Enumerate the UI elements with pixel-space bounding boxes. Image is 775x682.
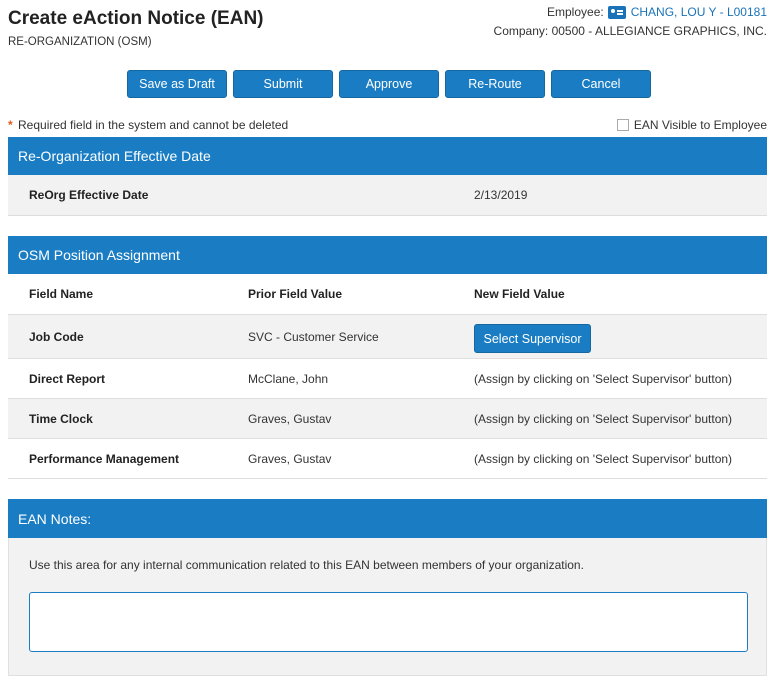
approve-button[interactable]: Approve [339,70,439,98]
row-prior-value: SVC - Customer Service [248,329,379,344]
row-new-value: (Assign by clicking on 'Select Superviso… [474,371,733,386]
row-field-name: Direct Report [29,371,106,386]
row-prior-value: McClane, John [248,371,329,386]
osm-table-header: Field Name Prior Field Value New Field V… [8,274,767,315]
col-field-name: Field Name [29,287,94,301]
notes-section-header: EAN Notes: [8,499,767,538]
row-prior-value: Graves, Gustav [248,411,332,426]
ean-visible-toggle[interactable]: EAN Visible to Employee [616,118,767,132]
required-star: * [8,118,13,132]
row-field-name: Time Clock [29,411,93,426]
notes-textarea[interactable] [29,592,748,652]
ean-visible-checkbox[interactable] [616,119,629,131]
table-row: Performance Management Graves, Gustav (A… [8,439,767,479]
osm-section-header: OSM Position Assignment [8,236,767,274]
required-note: * Required field in the system and canno… [8,118,288,132]
row-new-value: (Assign by clicking on 'Select Superviso… [474,451,733,466]
reroute-button[interactable]: Re-Route [445,70,545,98]
notes-panel: Use this area for any internal communica… [8,538,767,676]
table-row: Direct Report McClane, John (Assign by c… [8,359,767,399]
col-new-value: New Field Value [474,287,565,301]
row-field-name: Job Code [29,329,84,344]
col-prior-value: Prior Field Value [248,287,343,301]
table-row: Time Clock Graves, Gustav (Assign by cli… [8,399,767,439]
table-row: Job Code SVC - Customer Service Select S… [8,315,767,359]
row-field-name: Performance Management [29,451,180,466]
cancel-button[interactable]: Cancel [551,70,651,98]
page-title: Create eAction Notice (EAN) [8,8,264,29]
ean-visible-label: EAN Visible to Employee [633,118,767,132]
required-note-text: Required field in the system and cannot … [18,118,289,132]
submit-button[interactable]: Submit [233,70,333,98]
effective-date-row: ReOrg Effective Date 2/13/2019 [8,175,767,216]
row-prior-value: Graves, Gustav [248,451,332,466]
select-supervisor-button[interactable]: Select Supervisor [474,324,591,353]
row-new-value: (Assign by clicking on 'Select Superviso… [474,411,733,426]
page-subtitle: RE-ORGANIZATION (OSM) [8,36,152,48]
notes-description: Use this area for any internal communica… [29,558,584,572]
effective-date-label: ReOrg Effective Date [29,188,149,202]
employee-label: Employee: [547,5,604,19]
action-toolbar: Save as Draft Submit Approve Re-Route Ca… [127,70,651,98]
id-card-icon [607,5,626,19]
effective-date-value: 2/13/2019 [474,188,528,202]
effective-date-header: Re-Organization Effective Date [8,137,767,175]
company-info: Company: 00500 - ALLEGIANCE GRAPHICS, IN… [493,24,767,38]
save-draft-button[interactable]: Save as Draft [127,70,227,98]
employee-link[interactable]: CHANG, LOU Y - L00181 [631,5,767,19]
employee-info: Employee: CHANG, LOU Y - L00181 [547,5,767,19]
